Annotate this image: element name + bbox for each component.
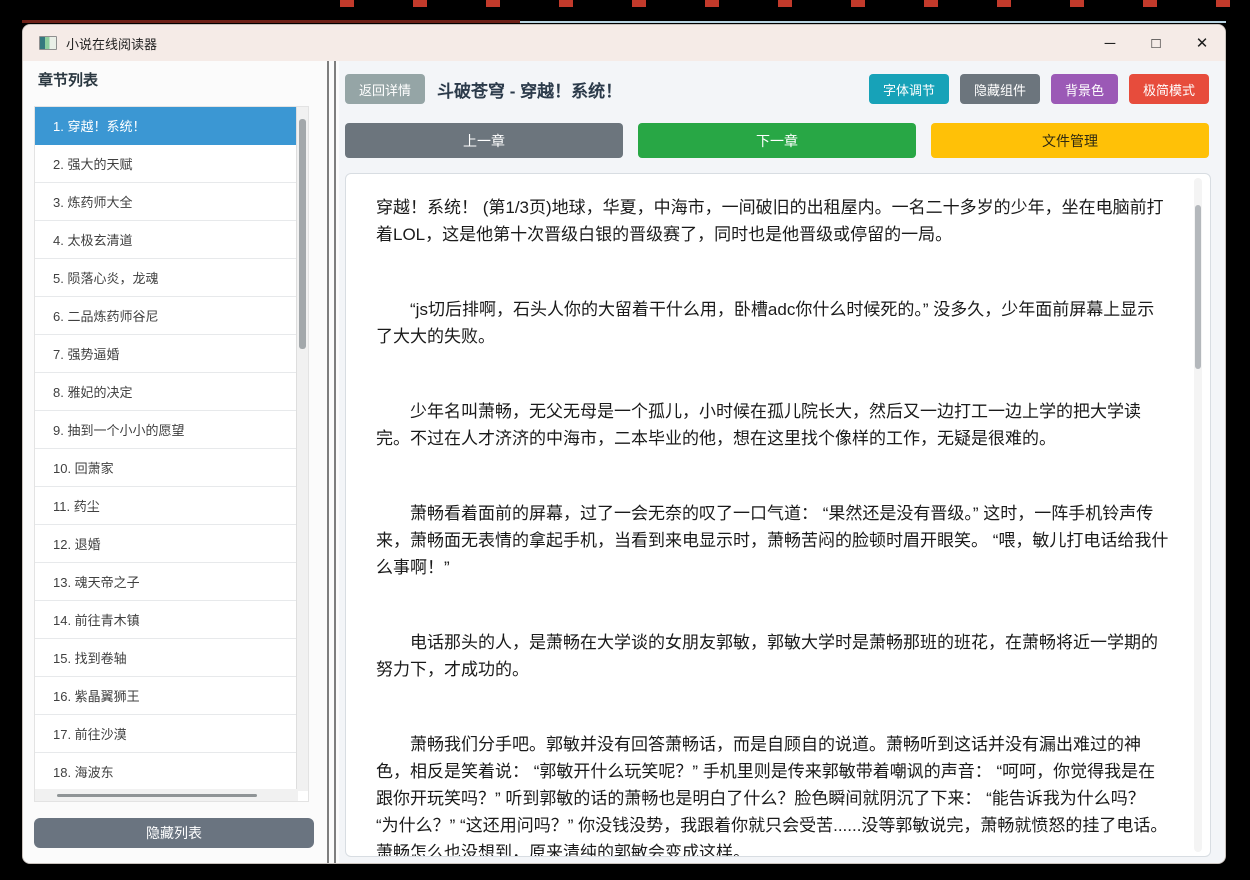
chapter-item[interactable]: 18. 海波东: [35, 753, 298, 791]
reader-scrollbar-thumb[interactable]: [1195, 205, 1201, 369]
vertical-scrollbar-thumb[interactable]: [299, 119, 306, 349]
file-manager-button[interactable]: 文件管理: [931, 123, 1209, 158]
previous-chapter-button[interactable]: 上一章: [345, 123, 623, 158]
paragraph: 萧畅我们分手吧。郭敏并没有回答萧畅话，而是自顾自的说道。萧畅听到这话并没有漏出难…: [376, 735, 1168, 857]
background-artifact: [22, 20, 520, 23]
background-artifact: [340, 0, 1245, 7]
horizontal-scrollbar-thumb[interactable]: [57, 794, 257, 797]
minimize-button[interactable]: ─: [1087, 25, 1133, 61]
background-artifact: [520, 21, 1226, 23]
window-body: 章节列表 1. 穿越！系统！ 2. 强大的天赋 3. 炼药师大全 4. 太极玄清…: [23, 61, 1225, 863]
window-title: 小说在线阅读器: [66, 36, 158, 52]
back-to-details-button[interactable]: 返回详情: [345, 74, 426, 104]
chapter-list-vertical-scrollbar[interactable]: [296, 107, 308, 791]
chapter-item[interactable]: 9. 抽到一个小小的愿望: [35, 411, 298, 449]
title-bar: 小说在线阅读器 ─ □ ✕: [23, 25, 1225, 61]
hide-list-button[interactable]: 隐藏列表: [34, 818, 314, 848]
minimal-mode-button[interactable]: 极简模式: [1128, 74, 1209, 104]
chapter-item[interactable]: 15. 找到卷轴: [35, 639, 298, 677]
chapter-item[interactable]: 4. 太极玄清道: [35, 221, 298, 259]
paragraph: 电话那头的人，是萧畅在大学谈的女朋友郭敏，郭敏大学时是萧畅那班的班花，在萧畅将近…: [376, 633, 1158, 679]
paragraph: 穿越！系统！ (第1/3页)地球，华夏，中海市，一间破旧的出租屋内。一名二十多岁…: [376, 198, 1164, 244]
chapter-title: 斗破苍穹 - 穿越！系统！: [437, 81, 623, 101]
chapter-item[interactable]: 7. 强势逼婚: [35, 335, 298, 373]
chapter-list: 1. 穿越！系统！ 2. 强大的天赋 3. 炼药师大全 4. 太极玄清道 5. …: [34, 106, 309, 802]
chapter-item[interactable]: 5. 陨落心炎，龙魂: [35, 259, 298, 297]
chapter-item[interactable]: 13. 魂天帝之子: [35, 563, 298, 601]
maximize-button[interactable]: □: [1133, 25, 1179, 61]
reader-pane: 返回详情 斗破苍穹 - 穿越！系统！ 字体调节 隐藏组件 背景色 极简模式 上一…: [339, 61, 1225, 863]
reader-header: 返回详情 斗破苍穹 - 穿越！系统！ 字体调节 隐藏组件 背景色 极简模式: [345, 74, 1209, 104]
app-icon: [39, 36, 57, 50]
paragraph: 萧畅看着面前的屏幕，过了一会无奈的叹了一口气道： “果然还是没有晋级。” 这时，…: [376, 504, 1169, 577]
pane-splitter[interactable]: [322, 61, 339, 863]
paragraph: 少年名叫萧畅，无父无母是一个孤儿，小时候在孤儿院长大，然后又一边打工一边上学的把…: [376, 402, 1141, 448]
close-button[interactable]: ✕: [1179, 25, 1225, 61]
chapter-navigation: 上一章 下一章 文件管理: [345, 123, 1209, 158]
paragraph: “js切后排啊，石头人你的大留着干什么用，卧槽adc你什么时候死的。” 没多久，…: [376, 300, 1155, 346]
chapter-item[interactable]: 8. 雅妃的决定: [35, 373, 298, 411]
background-color-button[interactable]: 背景色: [1050, 74, 1118, 104]
reader-scrollbar[interactable]: [1194, 178, 1202, 852]
chapter-item[interactable]: 16. 紫晶翼狮王: [35, 677, 298, 715]
app-window: 小说在线阅读器 ─ □ ✕ 章节列表 1. 穿越！系统！ 2. 强大的天赋 3.…: [22, 24, 1226, 864]
chapter-item[interactable]: 12. 退婚: [35, 525, 298, 563]
chapter-item[interactable]: 3. 炼药师大全: [35, 183, 298, 221]
chapter-item[interactable]: 10. 回萧家: [35, 449, 298, 487]
chapter-item[interactable]: 14. 前往青木镇: [35, 601, 298, 639]
chapter-item[interactable]: 1. 穿越！系统！: [35, 107, 298, 145]
chapter-item[interactable]: 6. 二品炼药师谷尼: [35, 297, 298, 335]
reader-panel[interactable]: 穿越！系统！ (第1/3页)地球，华夏，中海市，一间破旧的出租屋内。一名二十多岁…: [345, 173, 1211, 857]
chapter-sidebar: 章节列表 1. 穿越！系统！ 2. 强大的天赋 3. 炼药师大全 4. 太极玄清…: [23, 61, 322, 863]
sidebar-title: 章节列表: [38, 72, 99, 89]
window-controls: ─ □ ✕: [1087, 25, 1225, 61]
chapter-item[interactable]: 2. 强大的天赋: [35, 145, 298, 183]
font-adjust-button[interactable]: 字体调节: [868, 74, 949, 104]
next-chapter-button[interactable]: 下一章: [638, 123, 916, 158]
hide-components-button[interactable]: 隐藏组件: [959, 74, 1040, 104]
chapter-item[interactable]: 11. 药尘: [35, 487, 298, 525]
chapter-item[interactable]: 17. 前往沙漠: [35, 715, 298, 753]
chapter-list-horizontal-scrollbar[interactable]: [35, 789, 298, 801]
